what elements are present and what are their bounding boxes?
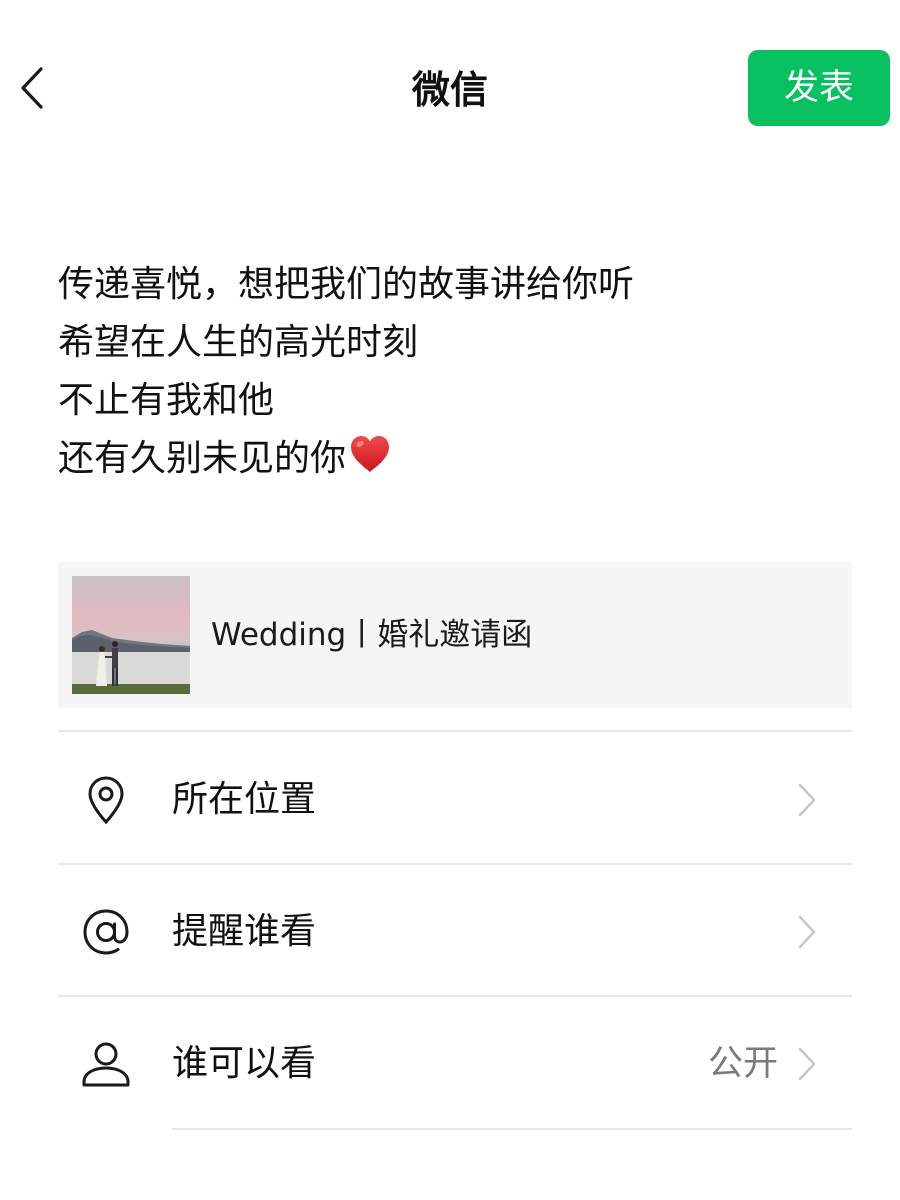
post-line: 不止有我和他 [58,380,275,421]
at-sign-icon [80,906,132,958]
divider [58,995,852,997]
divider [172,1128,852,1130]
chevron-left-icon [21,67,43,109]
page-title: 微信 [411,68,488,112]
visibility-value: 公开 [707,1044,778,1084]
divider [58,863,852,865]
chevron-right-icon [798,783,816,817]
back-button[interactable] [8,58,56,118]
wedding-photo-icon [72,576,190,694]
chevron-right-icon [798,1047,816,1081]
visibility-label: 谁可以看 [172,1043,317,1084]
post-line: 希望在人生的高光时刻 [58,322,419,363]
chevron-right-icon [798,915,816,949]
post-text[interactable]: 传递喜悦，想把我们的故事讲给你听 希望在人生的高光时刻 不止有我和他 还有久别未… [58,256,858,488]
location-label: 所在位置 [172,779,317,820]
post-line: 还有久别未见的你 [58,430,858,488]
visibility-row[interactable]: 谁可以看 公开 [58,998,852,1128]
remind-label: 提醒谁看 [172,911,317,952]
link-thumbnail [72,576,190,694]
red-heart-emoji-icon [351,436,390,472]
divider [58,730,852,732]
remind-row[interactable]: 提醒谁看 [58,866,852,996]
location-row[interactable]: 所在位置 [58,734,852,864]
top-bar: 微信 发表 [0,0,900,176]
link-card[interactable]: Wedding丨婚礼邀请函 [58,562,852,708]
post-line: 传递喜悦，想把我们的故事讲给你听 [58,264,635,305]
link-card-title: Wedding丨婚礼邀请函 [211,617,533,653]
publish-button[interactable]: 发表 [748,50,890,126]
location-pin-icon [80,774,132,826]
person-icon [80,1038,132,1090]
